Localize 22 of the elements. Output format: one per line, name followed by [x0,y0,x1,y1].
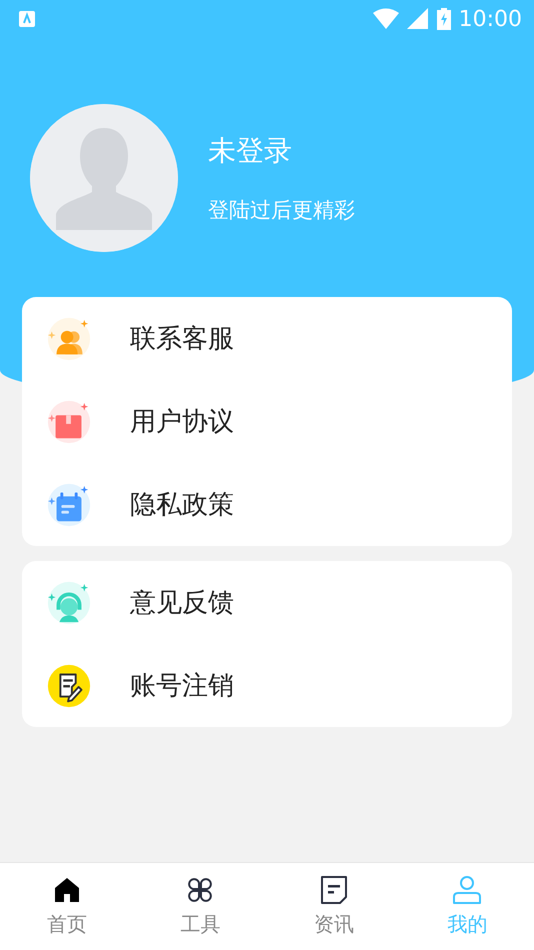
login-status: 未登录 [208,133,293,169]
menu-item[interactable]: 用户协议 [22,380,512,463]
note-icon [318,875,349,905]
tab[interactable]: 工具 [134,863,267,950]
login-hint: 登陆过后更精彩 [208,197,355,224]
menu-item[interactable]: 账号注销 [22,644,512,727]
menu-item[interactable]: 联系客服 [22,297,512,380]
menu-item[interactable]: 意见反馈 [22,561,512,644]
battery-icon [436,8,451,30]
headset-person-icon [46,580,92,626]
people-icon [46,316,92,362]
person-icon [452,875,482,905]
app-notification-icon [18,10,36,28]
menu-item[interactable]: 隐私政策 [22,463,512,546]
tab[interactable]: 资讯 [267,863,400,950]
calendar-icon [46,482,92,528]
document-pen-icon [46,662,92,708]
wifi-icon [372,8,399,30]
package-icon [46,398,92,444]
tab[interactable]: 首页 [0,863,134,950]
signal-icon [406,8,429,30]
status-time: 10:00 [458,6,522,32]
